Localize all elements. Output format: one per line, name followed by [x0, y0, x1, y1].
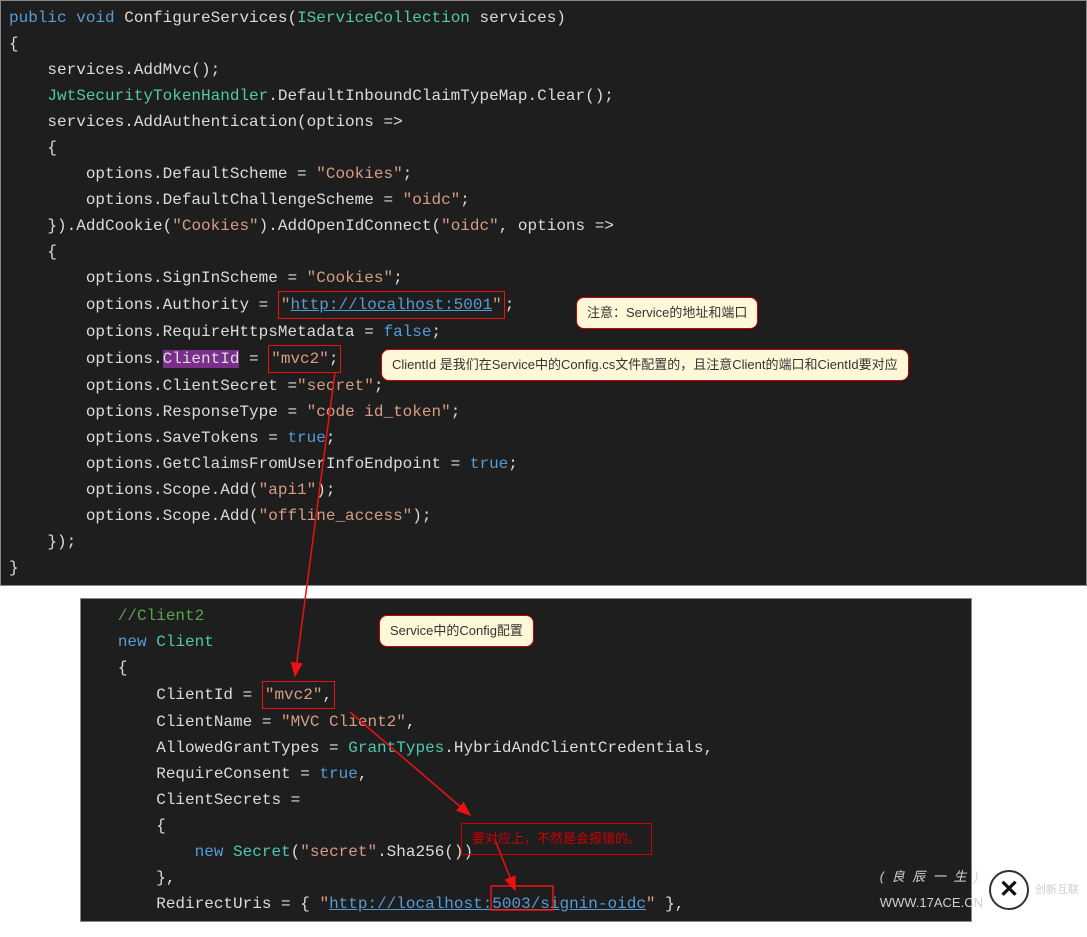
string-code-id-token: "code id_token" — [307, 403, 451, 421]
code-line: { — [1, 135, 1086, 161]
annotation-note-1: 注意：Service的地址和端口 — [576, 297, 758, 329]
string-secret: "secret" — [297, 377, 374, 395]
watermark-top: ( 良 辰 一 生 ) — [880, 864, 983, 890]
code-line: { — [1, 239, 1086, 265]
annotation-note-4: 要对应上，不然是会报错的。 — [461, 823, 652, 855]
code-line: services.AddAuthentication(options => — [1, 109, 1086, 135]
highlight-box-mvc2-2: "mvc2", — [262, 681, 335, 709]
code-line: { — [81, 655, 971, 681]
code-line: }); — [1, 529, 1086, 555]
string-mvc-client2: "MVC Client2" — [281, 713, 406, 731]
keyword-public: public — [9, 9, 67, 27]
code-line: services.AddMvc(); — [1, 57, 1086, 83]
watermark: ( 良 辰 一 生 ) WWW.17ACE.CN ✕ 创新互联 — [880, 864, 1079, 916]
type-granttypes: GrantTypes — [348, 739, 444, 757]
code-line: options.SignInScheme = "Cookies"; — [1, 265, 1086, 291]
code-line-authority: options.Authority = "http://localhost:50… — [1, 291, 1086, 319]
keyword-new: new — [195, 843, 224, 861]
code-line: options.DefaultChallengeScheme = "oidc"; — [1, 187, 1086, 213]
string-cookies: "Cookies" — [172, 217, 258, 235]
comment-client2: //Client2 — [89, 607, 204, 625]
keyword-true: true — [470, 455, 508, 473]
code-line: options.RequireHttpsMetadata = false; — [1, 319, 1086, 345]
code-line: options.ResponseType = "code id_token"; — [1, 399, 1086, 425]
type-client: Client — [156, 633, 214, 651]
code-line: options.SaveTokens = true; — [1, 425, 1086, 451]
annotation-note-2: ClientId 是我们在Service中的Config.cs文件配置的，且注意… — [381, 349, 909, 381]
highlight-box-mvc2: "mvc2"; — [268, 345, 341, 373]
code-line: options.Scope.Add("offline_access"); — [1, 503, 1086, 529]
method-sig: ConfigureServices( — [115, 9, 297, 27]
keyword-void: void — [76, 9, 114, 27]
string-oidc: "oidc" — [403, 191, 461, 209]
param-name: services) — [470, 9, 566, 27]
url-localhost-5001[interactable]: http://localhost:5001 — [290, 296, 492, 314]
string-secret: "secret" — [300, 843, 377, 861]
code-editor-bottom: //Client2 new Client { ClientId = "mvc2"… — [80, 598, 972, 922]
keyword-new: new — [118, 633, 147, 651]
code-line-redirecturis: RedirectUris = { "http://localhost:5003/… — [81, 891, 971, 917]
code-line: AllowedGrantTypes = GrantTypes.HybridAnd… — [81, 735, 971, 761]
highlight-box-authority: "http://localhost:5001" — [278, 291, 505, 319]
code-line-clientid-2: ClientId = "mvc2", — [81, 681, 971, 709]
string-mvc2: "mvc2" — [265, 686, 323, 704]
code-line: options.Scope.Add("api1"); — [1, 477, 1086, 503]
code-line: public void ConfigureServices(IServiceCo… — [1, 5, 1086, 31]
string-mvc2: "mvc2" — [271, 350, 329, 368]
code-line: ClientName = "MVC Client2", — [81, 709, 971, 735]
code-line: ClientSecrets = — [81, 787, 971, 813]
code-line: JwtSecurityTokenHandler.DefaultInboundCl… — [1, 83, 1086, 109]
string-cookies: "Cookies" — [316, 165, 402, 183]
url-localhost-5003[interactable]: http://localhost:5003/signin-oidc — [329, 895, 646, 913]
string-oidc: "oidc" — [441, 217, 499, 235]
watermark-bottom: WWW.17ACE.CN — [880, 890, 983, 916]
type-jwtsecuritytokenhandler: JwtSecurityTokenHandler — [47, 87, 268, 105]
code-line: }).AddCookie("Cookies").AddOpenIdConnect… — [1, 213, 1086, 239]
code-line: options.GetClaimsFromUserInfoEndpoint = … — [1, 451, 1086, 477]
watermark-brand: 创新互联 — [1035, 877, 1079, 903]
string-api1: "api1" — [259, 481, 317, 499]
keyword-true: true — [319, 765, 357, 783]
code-line: RequireConsent = true, — [81, 761, 971, 787]
code-line: options.DefaultScheme = "Cookies"; — [1, 161, 1086, 187]
code-line: }, — [81, 865, 971, 891]
screenshot-container: public void ConfigureServices(IServiceCo… — [0, 0, 1087, 922]
code-editor-top: public void ConfigureServices(IServiceCo… — [0, 0, 1087, 586]
code-line: } — [1, 555, 1086, 581]
type-iservicecollection: IServiceCollection — [297, 9, 470, 27]
code-line: { — [1, 31, 1086, 57]
string-offline-access: "offline_access" — [259, 507, 413, 525]
annotation-note-3: Service中的Config配置 — [379, 615, 534, 647]
highlight-clientid: ClientId — [163, 350, 240, 368]
keyword-false: false — [383, 323, 431, 341]
type-secret: Secret — [233, 843, 291, 861]
keyword-true: true — [287, 429, 325, 447]
watermark-logo-icon: ✕ — [989, 870, 1029, 910]
string-cookies: "Cookies" — [307, 269, 393, 287]
